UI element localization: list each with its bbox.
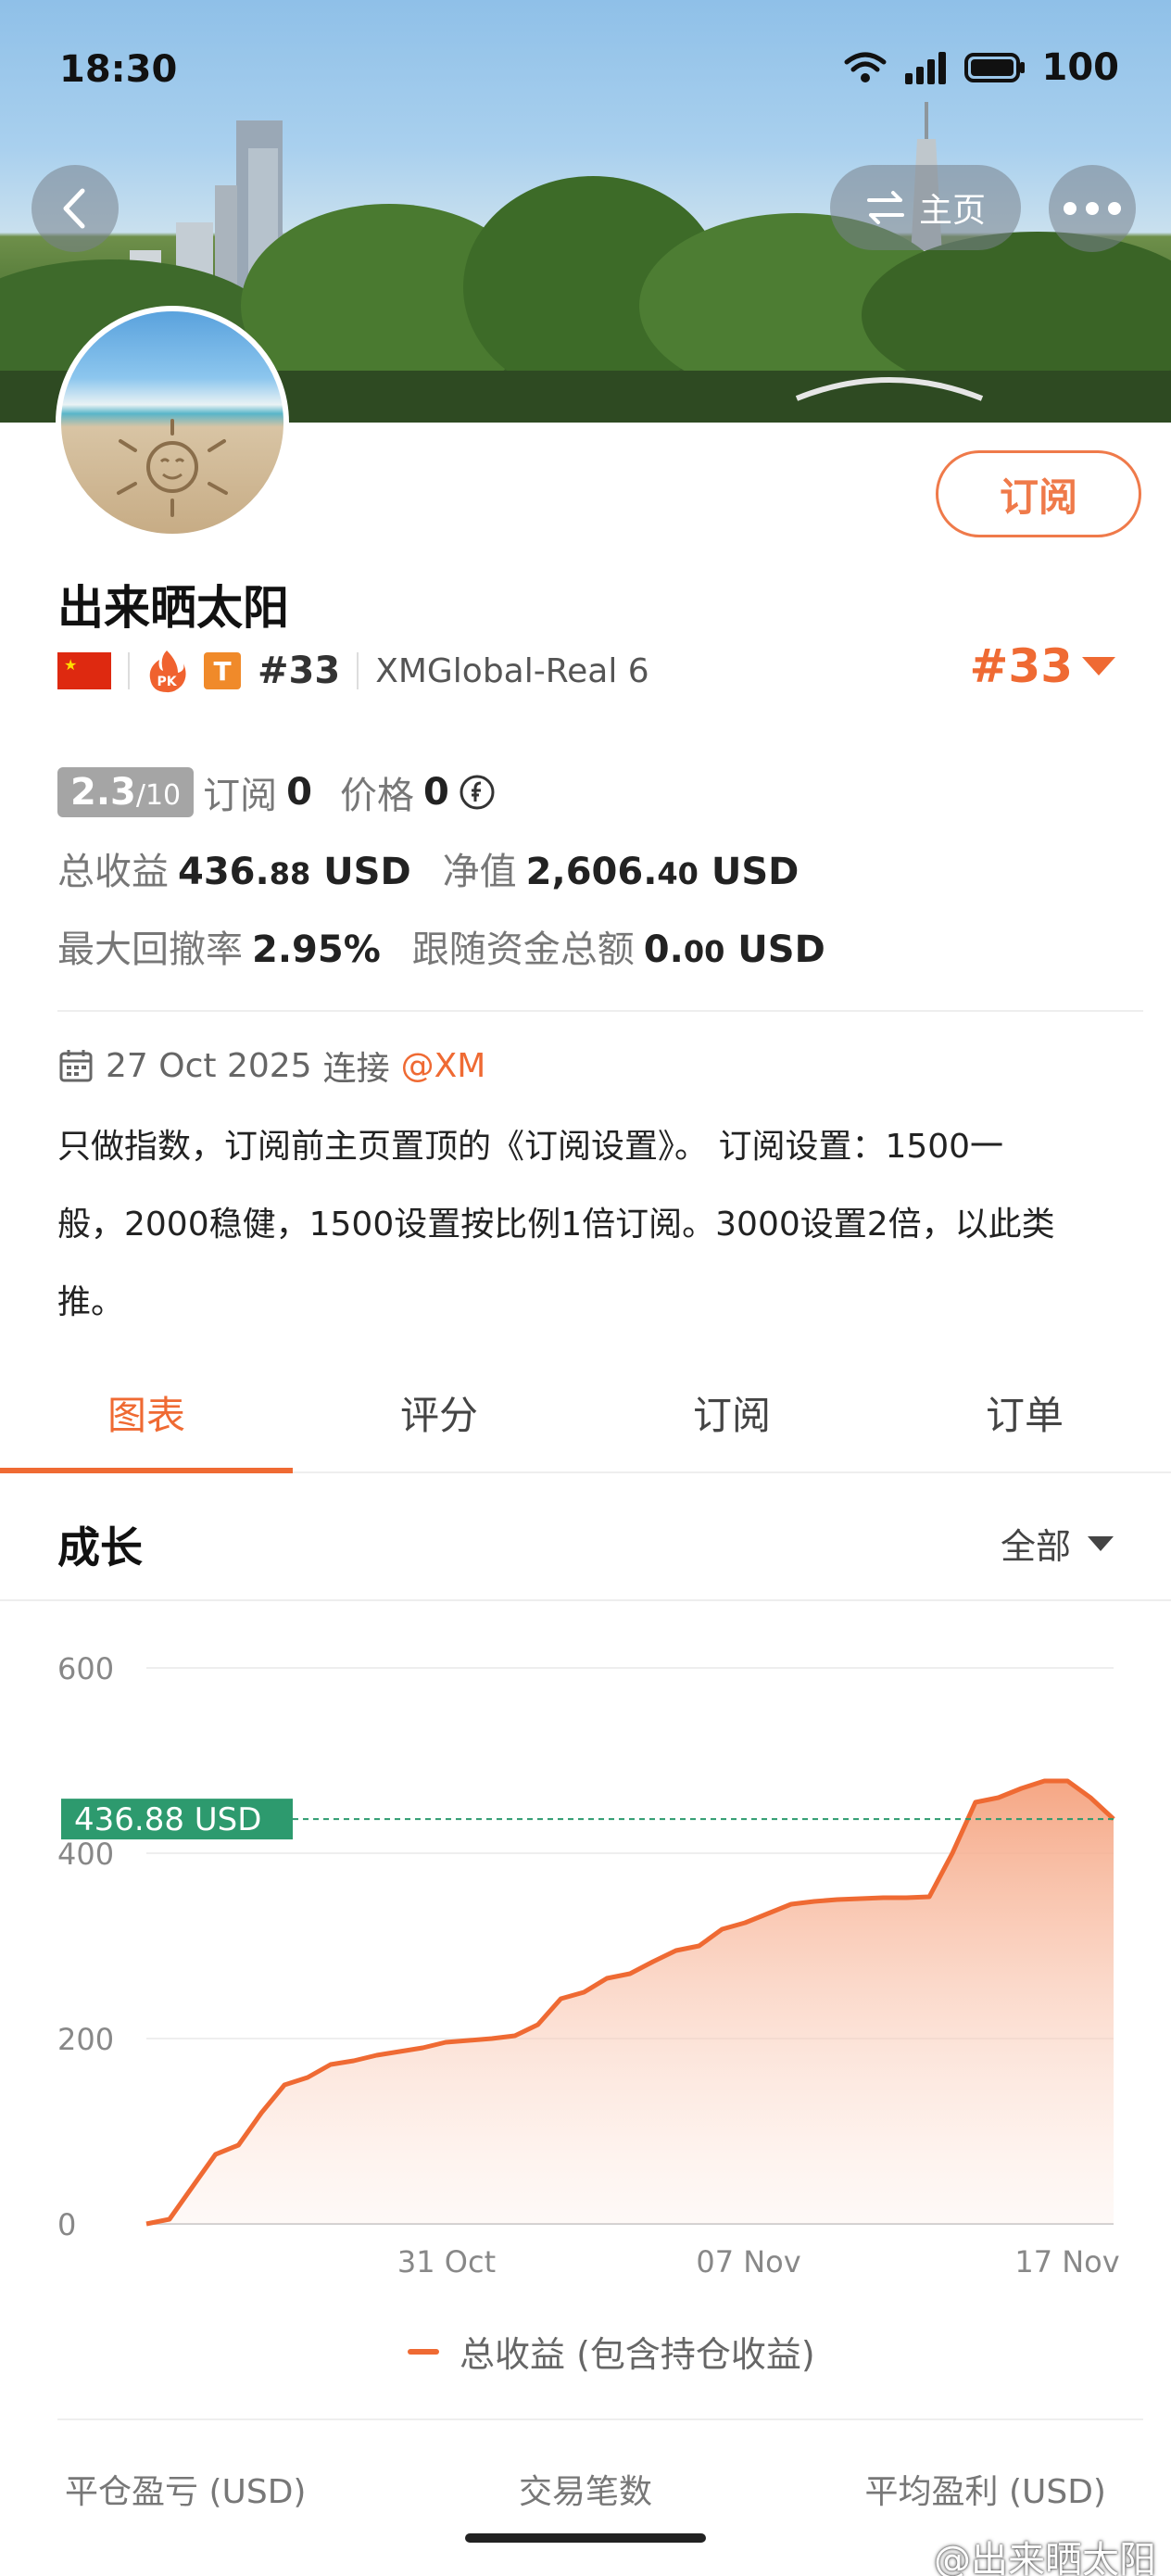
divider: [128, 652, 130, 689]
equity-value: 2,606.40 USD: [525, 851, 800, 893]
caret-down-icon: [1088, 1535, 1114, 1551]
connected-since: 27 Oct 2025 连接 @XM: [57, 1042, 485, 1090]
current-value-label: 436.88 USD: [74, 1801, 261, 1838]
price-value: 0: [422, 771, 449, 814]
chevron-left-icon: [63, 188, 85, 229]
avg-profit-label: 平均盈利 (USD): [864, 2473, 1106, 2511]
total-profit-label: 总收益: [57, 851, 169, 893]
watermark: @出来晒太阳: [934, 2539, 1156, 2576]
coin-icon: [460, 775, 495, 810]
tab-rating[interactable]: 评分: [293, 1353, 586, 1471]
broker-link[interactable]: @XM: [401, 1047, 486, 1085]
since-date: 27 Oct 2025: [106, 1046, 312, 1085]
equity-label: 净值: [442, 851, 517, 893]
subscribe-button[interactable]: 订阅: [936, 450, 1141, 537]
tab-orders[interactable]: 订单: [878, 1353, 1171, 1471]
stats-row-2: 总收益 436.88 USD 净值 2,606.40 USD: [57, 841, 1132, 895]
y-tick-label: 400: [57, 1837, 114, 1872]
tab-chart[interactable]: 图表: [0, 1353, 293, 1473]
closed-pl-label: 平仓盈亏 (USD): [65, 2473, 307, 2511]
chart-legend[interactable]: 总收益 (包含持仓收益): [408, 2326, 815, 2377]
x-tick-label: 07 Nov: [696, 2244, 800, 2279]
caret-down-icon: [1082, 657, 1115, 676]
x-tick-label: 17 Nov: [1014, 2244, 1119, 2279]
back-button[interactable]: [31, 165, 119, 252]
avatar[interactable]: [56, 306, 289, 539]
divider: [57, 2418, 1143, 2420]
bio-line: 推。: [57, 1283, 125, 1321]
subscribe-count-label: 订阅: [203, 775, 278, 817]
range-label: 全部: [1000, 1526, 1071, 1567]
divider: [357, 652, 359, 689]
more-button[interactable]: [1049, 165, 1136, 252]
follow-funds-label: 跟随资金总额: [411, 928, 635, 971]
status-bar: 18:30 100: [0, 0, 1171, 139]
rank-big-label: #33: [969, 639, 1073, 693]
legend-swatch: [408, 2348, 439, 2355]
t-badge: T: [204, 652, 241, 689]
bottom-stats-labels: 平仓盈亏 (USD) 交易笔数 平均盈利 (USD): [0, 2465, 1171, 2513]
battery-icon: [963, 53, 1025, 82]
legend-label: 总收益 (包含持仓收益): [460, 2334, 815, 2375]
profile-badges: ★ PK T #33 XMGlobal-Real 6: [57, 645, 649, 697]
bio-line: 般，2000稳健，1500设置按比例1倍订阅。3000设置2倍，以此类: [57, 1206, 1055, 1244]
drawdown-value: 2.95%: [252, 928, 381, 971]
pk-badge-label: PK: [157, 675, 177, 689]
home-button[interactable]: 主页: [830, 165, 1021, 250]
growth-chart-svg: 600 400 200 0 436.88 USD 31 Oct 07 Nov 17 Nov: [57, 1651, 1120, 2279]
follow-funds-value: 0.00 USD: [643, 928, 825, 971]
y-tick-label: 600: [57, 1651, 114, 1686]
broker-account: XMGlobal-Real 6: [375, 651, 649, 690]
subscribe-count: 0: [286, 771, 312, 814]
swap-icon: [866, 191, 904, 224]
more-dots-icon: [1064, 202, 1121, 215]
section-title: 成长: [57, 1522, 143, 1572]
range-select[interactable]: 全部: [1001, 1518, 1114, 1569]
x-tick-label: 31 Oct: [397, 2244, 496, 2279]
pk-flame-icon: PK: [149, 650, 186, 693]
price-label: 价格: [339, 775, 414, 817]
growth-area: [146, 1781, 1114, 2224]
china-flag-icon: ★: [57, 652, 111, 689]
total-profit-value: 436.88 USD: [178, 851, 411, 893]
tab-subscription[interactable]: 订阅: [586, 1353, 878, 1471]
signal-icon: [904, 52, 946, 84]
drawdown-label: 最大回撤率: [57, 928, 243, 971]
stats-row-1: 2.3/10 订阅 0 价格 0: [57, 765, 1132, 819]
avatar-sun-drawing: [117, 419, 228, 517]
score-badge: 2.3/10: [57, 767, 195, 817]
trade-count-label: 交易笔数: [518, 2473, 652, 2511]
battery-level: 100: [1041, 46, 1120, 89]
wifi-icon: [844, 52, 886, 82]
status-time: 18:30: [59, 48, 178, 91]
growth-section-header: 成长 全部: [0, 1475, 1171, 1601]
rank-dropdown[interactable]: #33: [970, 639, 1115, 693]
profile-name: 出来晒太阳: [57, 581, 289, 635]
since-text: 连接: [322, 1050, 390, 1088]
divider: [57, 1010, 1143, 1012]
stats-row-3: 最大回撤率 2.95% 跟随资金总额 0.00 USD: [57, 919, 1132, 973]
bio-line: 只做指数，订阅前主页置顶的《订阅设置》。 订阅设置：1500一: [57, 1128, 1004, 1166]
y-tick-label: 0: [57, 2207, 76, 2242]
growth-chart: 600 400 200 0 436.88 USD 31 Oct 07 Nov 17 Nov: [0, 1612, 1171, 2279]
y-tick-label: 200: [57, 2022, 114, 2057]
rank-small: #33: [258, 650, 341, 692]
tab-bar: 图表 评分 订阅 订单: [0, 1353, 1171, 1473]
home-button-label: 主页: [918, 192, 986, 230]
bio-text: 只做指数，订阅前主页置顶的《订阅设置》。 订阅设置：1500一 般，2000稳健…: [57, 1108, 1123, 1342]
home-indicator[interactable]: [465, 2533, 706, 2543]
calendar-icon: [59, 1050, 93, 1082]
status-icons: 100: [844, 46, 1120, 89]
